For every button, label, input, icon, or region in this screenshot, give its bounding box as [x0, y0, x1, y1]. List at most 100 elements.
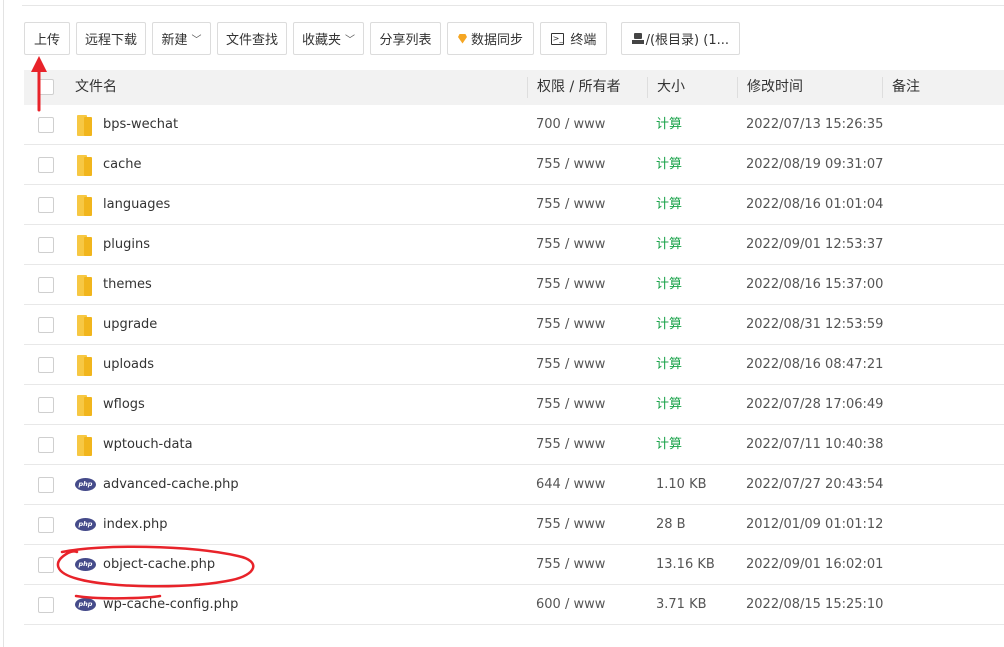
permission-owner-link[interactable]: 755 / www — [536, 345, 605, 385]
modified-time: 2022/08/16 08:47:21 — [746, 357, 884, 372]
permission-owner-link[interactable]: 755 / www — [536, 265, 605, 305]
row-checkbox[interactable] — [38, 157, 54, 173]
table-row[interactable]: wflogs 755 / www 计算 2022/07/28 17:06:49 — [24, 385, 1004, 425]
table-row[interactable]: bps-wechat 700 / www 计算 2022/07/13 15:26:35 — [24, 105, 1004, 145]
table-row[interactable]: uploads 755 / www 计算 2022/08/16 08:47:21 — [24, 345, 1004, 385]
note-cell[interactable] — [892, 345, 992, 385]
calculate-size-link[interactable]: 计算 — [656, 225, 682, 265]
share-list-button[interactable]: 分享列表 — [370, 22, 441, 55]
permission-owner-link[interactable]: 644 / www — [536, 465, 605, 505]
table-row[interactable]: cache 755 / www 计算 2022/08/19 09:31:07 — [24, 145, 1004, 185]
modified-time: 2012/01/09 01:01:12 — [746, 517, 884, 532]
calculate-size-link[interactable]: 计算 — [656, 185, 682, 225]
file-name-link[interactable]: upgrade — [103, 305, 157, 345]
php-file-icon: php — [75, 598, 96, 611]
table-row[interactable]: themes 755 / www 计算 2022/08/16 15:37:00 — [24, 265, 1004, 305]
note-cell[interactable] — [892, 425, 992, 465]
upload-button[interactable]: 上传 — [24, 22, 70, 55]
drive-icon — [632, 33, 644, 44]
calculate-size-link[interactable]: 计算 — [656, 385, 682, 425]
file-size: 1.10 KB — [656, 477, 707, 492]
table-row[interactable]: upgrade 755 / www 计算 2022/08/31 12:53:59 — [24, 305, 1004, 345]
permission-owner-link[interactable]: 755 / www — [536, 385, 605, 425]
header-size[interactable]: 大小 — [657, 70, 685, 105]
table-row[interactable]: php object-cache.php 755 / www 13.16 KB 2022… — [24, 545, 1004, 585]
select-all-checkbox[interactable] — [38, 79, 54, 95]
note-cell[interactable] — [892, 145, 992, 185]
table-row[interactable]: plugins 755 / www 计算 2022/09/01 12:53:37 — [24, 225, 1004, 265]
file-name-link[interactable]: wptouch-data — [103, 425, 193, 465]
permission-owner-link[interactable]: 755 / www — [536, 225, 605, 265]
favorites-button[interactable]: 收藏夹 ﹀ — [293, 22, 364, 55]
file-name-link[interactable]: wflogs — [103, 385, 145, 425]
file-name-link[interactable]: index.php — [103, 505, 167, 545]
file-name-link[interactable]: uploads — [103, 345, 154, 385]
note-cell[interactable] — [892, 545, 992, 585]
permission-owner-link[interactable]: 755 / www — [536, 185, 605, 225]
calculate-size-link[interactable]: 计算 — [656, 305, 682, 345]
permission-owner-link[interactable]: 600 / www — [536, 585, 605, 625]
note-cell[interactable] — [892, 585, 992, 625]
permission-owner-link[interactable]: 755 / www — [536, 505, 605, 545]
permission-owner-link[interactable]: 755 / www — [536, 145, 605, 185]
folder-icon — [77, 435, 92, 456]
row-checkbox[interactable] — [38, 517, 54, 533]
note-cell[interactable] — [892, 225, 992, 265]
table-row[interactable]: wptouch-data 755 / www 计算 2022/07/11 10:40:… — [24, 425, 1004, 465]
file-search-button[interactable]: 文件查找 — [217, 22, 287, 55]
note-cell[interactable] — [892, 305, 992, 345]
file-name-link[interactable]: plugins — [103, 225, 150, 265]
file-name-link[interactable]: languages — [103, 185, 170, 225]
table-body: bps-wechat 700 / www 计算 2022/07/13 15:26:35… — [24, 105, 1004, 625]
note-cell[interactable] — [892, 465, 992, 505]
file-table: 文件名 权限 / 所有者 大小 修改时间 备注 bps-wechat 700 / … — [24, 70, 1004, 625]
permission-owner-link[interactable]: 700 / www — [536, 105, 605, 145]
terminal-button[interactable]: >_ 终端 — [540, 22, 607, 55]
table-row[interactable]: languages 755 / www 计算 2022/08/16 01:01:04 — [24, 185, 1004, 225]
data-sync-button[interactable]: 数据同步 — [447, 22, 534, 55]
table-row[interactable]: php wp-cache-config.php 600 / www 3.71 KB 20… — [24, 585, 1004, 625]
file-name-link[interactable]: wp-cache-config.php — [103, 585, 238, 625]
row-checkbox[interactable] — [38, 597, 54, 613]
top-divider — [22, 5, 1004, 6]
calculate-size-link[interactable]: 计算 — [656, 145, 682, 185]
row-checkbox[interactable] — [38, 557, 54, 573]
calculate-size-link[interactable]: 计算 — [656, 105, 682, 145]
row-checkbox[interactable] — [38, 237, 54, 253]
row-checkbox[interactable] — [38, 317, 54, 333]
row-checkbox[interactable] — [38, 117, 54, 133]
root-directory-button[interactable]: /(根目录) (1... — [621, 22, 740, 55]
table-row[interactable]: php index.php 755 / www 28 B 2012/01/09 01:0… — [24, 505, 1004, 545]
permission-owner-link[interactable]: 755 / www — [536, 425, 605, 465]
file-name-link[interactable]: cache — [103, 145, 142, 185]
file-name-link[interactable]: advanced-cache.php — [103, 465, 239, 505]
left-divider — [3, 0, 4, 647]
header-filename[interactable]: 文件名 — [75, 70, 117, 105]
file-name-link[interactable]: object-cache.php — [103, 545, 215, 585]
calculate-size-link[interactable]: 计算 — [656, 265, 682, 305]
table-row[interactable]: php advanced-cache.php 644 / www 1.10 KB 202… — [24, 465, 1004, 505]
permission-owner-link[interactable]: 755 / www — [536, 305, 605, 345]
remote-download-button[interactable]: 远程下载 — [76, 22, 146, 55]
toolbar: 上传 远程下载 新建 ﹀ 文件查找 收藏夹 ﹀ 分享列表 数据同步 >_ 终端 — [24, 22, 740, 55]
header-modified[interactable]: 修改时间 — [747, 70, 803, 105]
row-checkbox[interactable] — [38, 477, 54, 493]
row-checkbox[interactable] — [38, 197, 54, 213]
header-permission[interactable]: 权限 / 所有者 — [537, 70, 621, 105]
folder-icon — [77, 195, 92, 216]
row-checkbox[interactable] — [38, 357, 54, 373]
note-cell[interactable] — [892, 105, 992, 145]
permission-owner-link[interactable]: 755 / www — [536, 545, 605, 585]
note-cell[interactable] — [892, 385, 992, 425]
calculate-size-link[interactable]: 计算 — [656, 425, 682, 465]
new-button[interactable]: 新建 ﹀ — [152, 22, 211, 55]
calculate-size-link[interactable]: 计算 — [656, 345, 682, 385]
row-checkbox[interactable] — [38, 437, 54, 453]
note-cell[interactable] — [892, 505, 992, 545]
note-cell[interactable] — [892, 265, 992, 305]
file-name-link[interactable]: bps-wechat — [103, 105, 178, 145]
row-checkbox[interactable] — [38, 277, 54, 293]
file-name-link[interactable]: themes — [103, 265, 152, 305]
row-checkbox[interactable] — [38, 397, 54, 413]
note-cell[interactable] — [892, 185, 992, 225]
